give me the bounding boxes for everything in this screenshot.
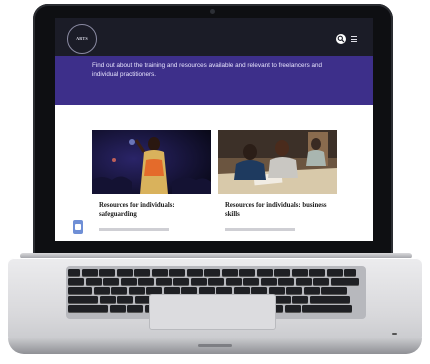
card-excerpt-placeholder: [225, 227, 295, 231]
card-title[interactable]: Resources for individuals: safeguarding: [99, 202, 209, 220]
accessibility-icon[interactable]: [73, 220, 83, 234]
resource-card[interactable]: Resources for individuals: business skil…: [218, 130, 337, 231]
card-image-students: [218, 130, 337, 194]
site-logo[interactable]: Arts Council England: [67, 24, 97, 97]
webcam: [210, 9, 215, 14]
site-header: Arts Council England: [55, 18, 373, 97]
trackpad: [149, 294, 276, 330]
menu-icon[interactable]: [351, 36, 357, 42]
card-excerpt-placeholder: [99, 227, 169, 231]
card-title[interactable]: Resources for individuals: business skil…: [225, 202, 335, 220]
sleep-indicator-led: [392, 333, 397, 335]
hero-banner: Find out about the training and resource…: [55, 56, 373, 105]
search-icon[interactable]: [336, 34, 346, 44]
lid-notch: [198, 344, 232, 347]
laptop-lid: Arts Council England Find out about the …: [33, 4, 393, 256]
laptop-screen: Arts Council England Find out about the …: [55, 18, 373, 241]
intro-text: Find out about the training and resource…: [92, 62, 322, 78]
card-image-performer: [92, 130, 211, 194]
resource-card[interactable]: Resources for individuals: safeguarding: [92, 130, 211, 231]
